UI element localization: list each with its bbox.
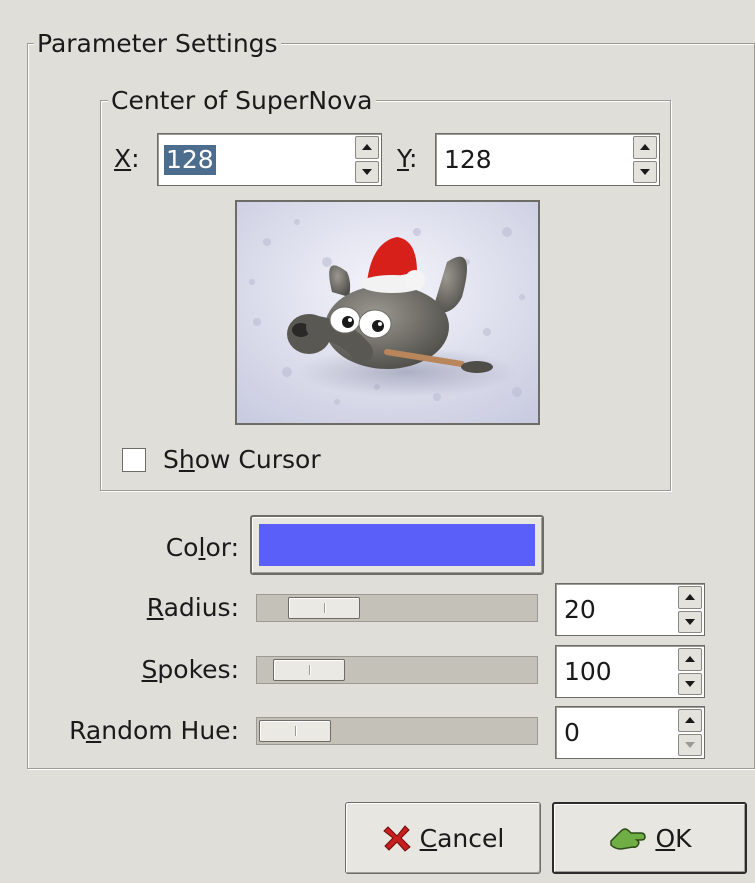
y-value[interactable]: 128 bbox=[442, 145, 494, 175]
arrow-down-icon bbox=[362, 168, 372, 175]
spokes-slider-handle[interactable] bbox=[273, 659, 346, 681]
cancel-x-icon bbox=[382, 825, 411, 852]
x-decrement-button[interactable] bbox=[355, 160, 379, 183]
spokes-increment-button[interactable] bbox=[678, 648, 702, 671]
x-spinbutton[interactable]: 128 bbox=[157, 133, 382, 186]
slider-grip-icon bbox=[323, 603, 326, 613]
show-cursor-label[interactable]: Show Cursor bbox=[163, 445, 321, 475]
ok-hand-icon bbox=[610, 828, 647, 850]
ok-label: OK bbox=[655, 823, 692, 853]
preview-image[interactable] bbox=[235, 200, 540, 425]
random-hue-increment-button[interactable] bbox=[678, 709, 702, 732]
center-frame-title: Center of SuperNova bbox=[108, 86, 376, 116]
radius-label: Radius: bbox=[146, 593, 239, 622]
random-hue-spinbutton[interactable]: 0 bbox=[555, 706, 705, 759]
color-swatch bbox=[259, 524, 535, 566]
radius-increment-button[interactable] bbox=[678, 586, 702, 609]
arrow-down-icon bbox=[685, 618, 695, 625]
y-spinbutton[interactable]: 128 bbox=[435, 133, 660, 186]
arrow-down-icon bbox=[685, 680, 695, 687]
arrow-up-icon bbox=[640, 144, 650, 151]
arrow-up-icon bbox=[685, 594, 695, 601]
radius-decrement-button[interactable] bbox=[678, 610, 702, 633]
spokes-spinbutton[interactable]: 100 bbox=[555, 645, 705, 698]
spokes-value[interactable]: 100 bbox=[562, 657, 614, 687]
spokes-slider[interactable] bbox=[256, 656, 538, 684]
random-hue-slider-handle[interactable] bbox=[259, 720, 331, 742]
x-value[interactable]: 128 bbox=[164, 144, 216, 175]
random-hue-label: Random Hue: bbox=[69, 716, 239, 745]
color-label: Color: bbox=[165, 533, 239, 562]
radius-value[interactable]: 20 bbox=[562, 595, 598, 625]
y-increment-button[interactable] bbox=[633, 136, 657, 159]
random-hue-value[interactable]: 0 bbox=[562, 718, 582, 748]
random-hue-slider[interactable] bbox=[256, 717, 538, 745]
arrow-down-icon bbox=[685, 741, 695, 748]
x-increment-button[interactable] bbox=[355, 136, 379, 159]
radius-slider[interactable] bbox=[256, 594, 538, 622]
slider-grip-icon bbox=[295, 726, 297, 736]
radius-slider-handle[interactable] bbox=[287, 597, 360, 619]
arrow-down-icon bbox=[640, 168, 650, 175]
cancel-label: Cancel bbox=[419, 823, 505, 853]
spokes-decrement-button[interactable] bbox=[678, 672, 702, 695]
parameter-settings-title: Parameter Settings bbox=[34, 29, 281, 59]
ok-button[interactable]: OK bbox=[552, 802, 747, 874]
spokes-label: Spokes: bbox=[141, 655, 239, 684]
show-cursor-checkbox[interactable] bbox=[122, 448, 146, 472]
radius-spinbutton[interactable]: 20 bbox=[555, 583, 705, 636]
y-label: Y: bbox=[397, 144, 418, 173]
arrow-up-icon bbox=[685, 656, 695, 663]
x-label: X: bbox=[114, 144, 140, 173]
random-hue-decrement-button bbox=[678, 733, 702, 756]
cancel-button[interactable]: Cancel bbox=[345, 802, 541, 874]
wilber-mascot-image bbox=[237, 202, 538, 423]
arrow-up-icon bbox=[362, 144, 372, 151]
slider-grip-icon bbox=[309, 665, 312, 675]
arrow-up-icon bbox=[685, 717, 695, 724]
color-button[interactable] bbox=[250, 515, 544, 575]
y-decrement-button[interactable] bbox=[633, 160, 657, 183]
